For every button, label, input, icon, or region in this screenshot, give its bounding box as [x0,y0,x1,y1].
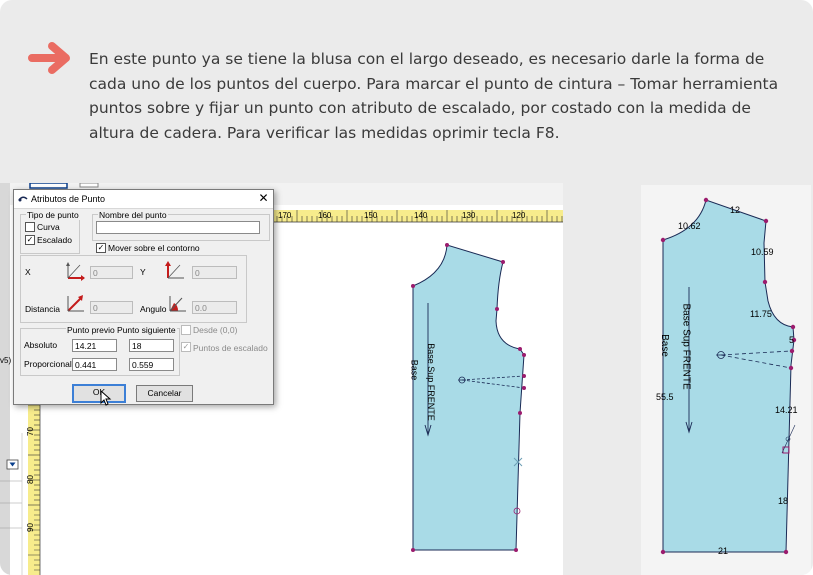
desde-label: Desde (0,0) [193,325,238,335]
app-icon [18,196,28,202]
cancel-button[interactable]: Cancelar [136,385,193,402]
puntos-escalado-label: Puntos de escalado [193,343,268,353]
angle-icon [169,296,186,312]
measure-14-21: 14.21 [775,405,798,415]
mover-label: Mover sobre el contorno [108,243,200,253]
absoluto-next-input[interactable]: 18 [129,339,174,352]
ruler-label-120: 120 [512,211,526,220]
pattern-label: Base Sup FRENTE [425,343,436,421]
ruler-label-70: 70 [25,427,35,436]
nombre-input[interactable] [96,221,260,234]
ok-button[interactable]: OK [72,384,126,403]
measure-18: 18 [778,496,789,506]
escalado-label: Escalado [37,235,72,245]
proporcional-label: Proporcional [24,359,72,369]
y-axis-icon [165,261,184,279]
side-label: v5) [0,356,12,365]
x-axis-icon [66,262,85,281]
distancia-label: Distancia [25,304,60,314]
measure-10-62: 10.62 [678,221,701,231]
ruler-label-80: 80 [25,475,35,484]
desde-checkbox[interactable] [181,325,191,335]
close-button[interactable]: ✕ [257,192,270,205]
y-label: Y [140,267,146,277]
absoluto-label: Absoluto [24,340,58,350]
instruction-text: En este punto ya se tiene la blusa con e… [89,50,779,142]
distancia-input[interactable]: 0 [90,301,133,314]
nombre-label: Nombre del punto [98,210,168,220]
dialog-title: Atributos de Punto [31,194,106,204]
measure-11-75: 11.75 [750,309,772,319]
ruler-label-90: 90 [25,523,35,532]
measure-5: 5 [789,335,795,345]
pattern-right-label-base: Base [658,334,670,357]
ruler-label-160: 160 [318,211,332,220]
punto-previo-label: Punto previo [66,325,116,335]
measure-21: 21 [718,546,729,556]
x-input[interactable]: 0 [90,266,133,279]
proporcional-prev-input[interactable]: 0.441 [72,358,117,371]
dialog-titlebar[interactable]: Atributos de Punto ✕ [14,190,273,209]
mover-checkbox[interactable]: ✓ [96,243,106,253]
tipo-punto-group [20,214,80,254]
ruler-label-150: 150 [364,211,378,220]
point-attributes-dialog: Atributos de Punto ✕ Tipo de punto Curva… [13,189,274,406]
angulo-label: Angulo [140,304,167,314]
slide-card: En este punto ya se tiene la blusa con e… [0,0,813,575]
puntos-escalado-checkbox[interactable]: ✓ [181,342,191,352]
measure-10-59: 10.59 [751,247,774,257]
pattern-right-label: Base Sup FRENTE [680,303,692,390]
ruler-label-140: 140 [414,211,428,220]
ruler-label-130: 130 [462,211,476,220]
pattern-label-base: Base [409,359,420,381]
ruler-label-170: 170 [278,211,292,220]
curva-checkbox[interactable] [25,222,35,232]
right-arrow-icon [28,42,70,74]
proporcional-next-input[interactable]: 0.559 [129,358,174,371]
absoluto-prev-input[interactable]: 14.21 [72,339,117,352]
distance-icon [67,295,84,312]
x-label: X [25,267,31,277]
mouse-cursor-icon [100,390,112,406]
punto-siguiente-label: Punto siguiente [116,325,177,335]
pattern-measures-image: 12 10.62 10.59 11.75 5 55.5 14.21 18 21 … [641,185,811,575]
measure-12: 12 [730,205,741,215]
angulo-input[interactable]: 0.0 [192,301,237,314]
escalado-checkbox[interactable]: ✓ [25,235,35,245]
measure-55-5: 55.5 [656,392,674,402]
tipo-punto-label: Tipo de punto [26,210,80,220]
y-input[interactable]: 0 [192,266,237,279]
curva-label: Curva [37,222,60,232]
